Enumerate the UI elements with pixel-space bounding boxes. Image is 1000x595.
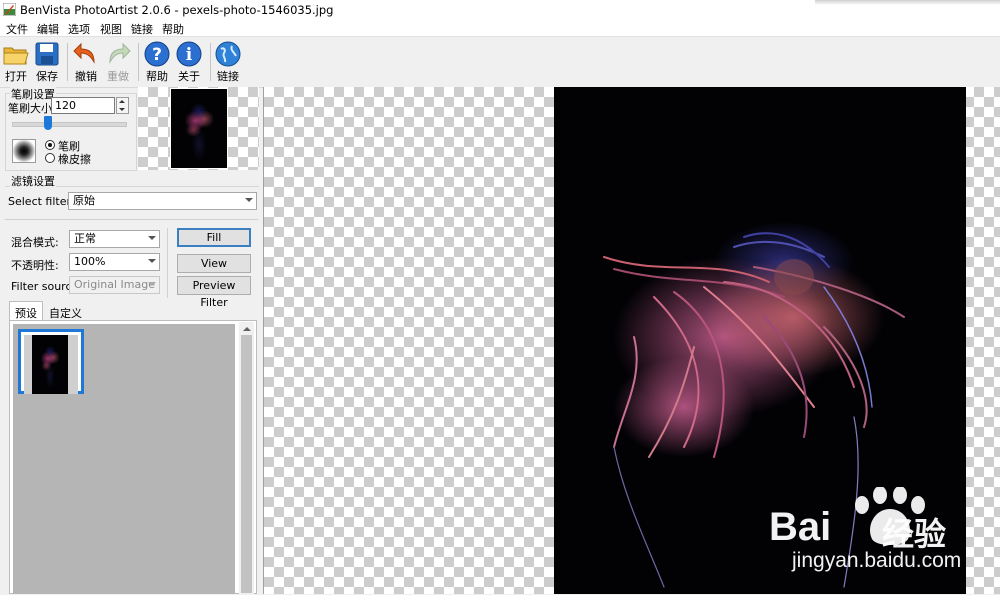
spinner-up-icon (119, 100, 125, 103)
presets-scrollbar[interactable] (239, 322, 254, 595)
fill-button[interactable]: Fill (177, 228, 251, 247)
toolbar-separator (210, 43, 211, 81)
menu-link[interactable]: 链接 (131, 21, 153, 37)
svg-text:?: ? (152, 45, 162, 65)
chevron-down-icon (148, 259, 156, 263)
spinner-down-icon (119, 108, 125, 111)
opacity-label: 不透明性: (11, 259, 59, 272)
menu-file[interactable]: 文件 (6, 21, 28, 37)
brush-mode-radio[interactable] (45, 140, 55, 150)
opacity-dropdown[interactable]: 100% (69, 253, 160, 271)
preset-thumbnail-bg (24, 335, 78, 394)
help-label: 帮助 (146, 70, 168, 83)
tab-custom-label: 自定义 (49, 307, 82, 320)
preset-thumbnail-image (32, 335, 68, 394)
watermark-brand: Bai (769, 505, 832, 549)
redo-button[interactable]: 重做 (104, 37, 132, 85)
preset-thumbnail-original[interactable] (18, 329, 84, 394)
brush-size-label: 笔刷大小: (8, 102, 56, 115)
brush-size-spinner[interactable] (116, 97, 129, 114)
link-label: 链接 (217, 70, 239, 83)
tab-custom[interactable]: 自定义 (44, 303, 82, 320)
toolbar-separator (67, 43, 68, 81)
menu-bar: 文件 编辑 选项 视图 链接 帮助 (0, 20, 1000, 36)
help-button[interactable]: ? 帮助 (143, 37, 171, 85)
filter-source-value: Original Image (74, 278, 155, 291)
open-label: 打开 (5, 70, 27, 83)
undo-label: 撤销 (75, 70, 97, 83)
undo-arrow-icon (73, 42, 95, 64)
preview-filter-button[interactable]: Preview Filter (177, 276, 251, 309)
app-icon (3, 3, 16, 16)
menu-options[interactable]: 选项 (68, 21, 90, 37)
image-canvas[interactable]: Bai 经验 jingyan.baidu.com (264, 87, 1000, 594)
title-bar: BenVista PhotoArtist 2.0.6 - pexels-phot… (0, 0, 1000, 20)
floppy-disk-icon (35, 42, 59, 66)
folder-icon (3, 47, 29, 65)
window-title: BenVista PhotoArtist 2.0.6 - pexels-phot… (20, 3, 334, 17)
eraser-mode-radio[interactable] (45, 153, 55, 163)
vertical-divider (167, 228, 168, 298)
save-button[interactable]: 保存 (33, 37, 61, 85)
brush-size-slider-track[interactable] (12, 122, 127, 127)
chevron-down-icon (148, 236, 156, 240)
opacity-value: 100% (74, 255, 106, 268)
watermark-url: jingyan.baidu.com (792, 549, 962, 572)
filter-settings-title: 滤镜设置 (10, 173, 56, 189)
menu-edit[interactable]: 编辑 (37, 21, 59, 37)
brush-size-input[interactable]: 120 (51, 97, 115, 114)
save-label: 保存 (36, 70, 58, 83)
blend-mode-label: 混合模式: (11, 236, 59, 249)
menu-help[interactable]: 帮助 (162, 21, 184, 37)
info-icon: i (176, 41, 202, 67)
about-button[interactable]: i 关于 (175, 37, 203, 85)
navigator-preview[interactable] (138, 87, 259, 170)
redo-label: 重做 (107, 70, 129, 83)
select-filter-label: Select filter: (8, 195, 75, 208)
divider (5, 219, 258, 220)
about-label: 关于 (178, 70, 200, 83)
filter-source-dropdown[interactable]: Original Image (69, 276, 160, 294)
navigator-viewport-frame[interactable] (170, 88, 228, 169)
globe-icon (215, 41, 241, 67)
select-filter-value: 原始 (73, 194, 95, 207)
presets-list[interactable] (13, 324, 235, 594)
redo-arrow-icon (109, 42, 131, 64)
svg-text:i: i (186, 45, 193, 65)
presets-panel (9, 320, 257, 595)
tab-presets[interactable]: 预设 (9, 301, 43, 321)
blend-mode-dropdown[interactable]: 正常 (69, 230, 160, 248)
title-bar-shadow (815, 0, 1000, 5)
menu-view[interactable]: 视图 (100, 21, 122, 37)
brush-size-slider-thumb[interactable] (44, 116, 52, 130)
eraser-mode-label: 橡皮擦 (58, 153, 91, 166)
chevron-down-icon (245, 198, 253, 202)
scrollbar-thumb[interactable] (241, 335, 252, 593)
select-filter-dropdown[interactable]: 原始 (68, 192, 257, 210)
chevron-down-icon (148, 282, 156, 286)
scroll-up-icon[interactable] (243, 327, 251, 331)
toolbar: 打开 保存 撤销 重做 ? 帮助 i 关于 链接 (0, 36, 1000, 88)
question-mark-icon: ? (144, 41, 170, 67)
undo-button[interactable]: 撤销 (72, 37, 100, 85)
brush-preview-swatch (12, 139, 36, 163)
view-original-button[interactable]: View Original (177, 254, 251, 287)
toolbar-separator (138, 43, 139, 81)
tab-presets-label: 预设 (15, 307, 37, 320)
open-button[interactable]: 打开 (2, 37, 30, 85)
blend-mode-value: 正常 (74, 232, 96, 245)
link-button[interactable]: 链接 (214, 37, 242, 85)
